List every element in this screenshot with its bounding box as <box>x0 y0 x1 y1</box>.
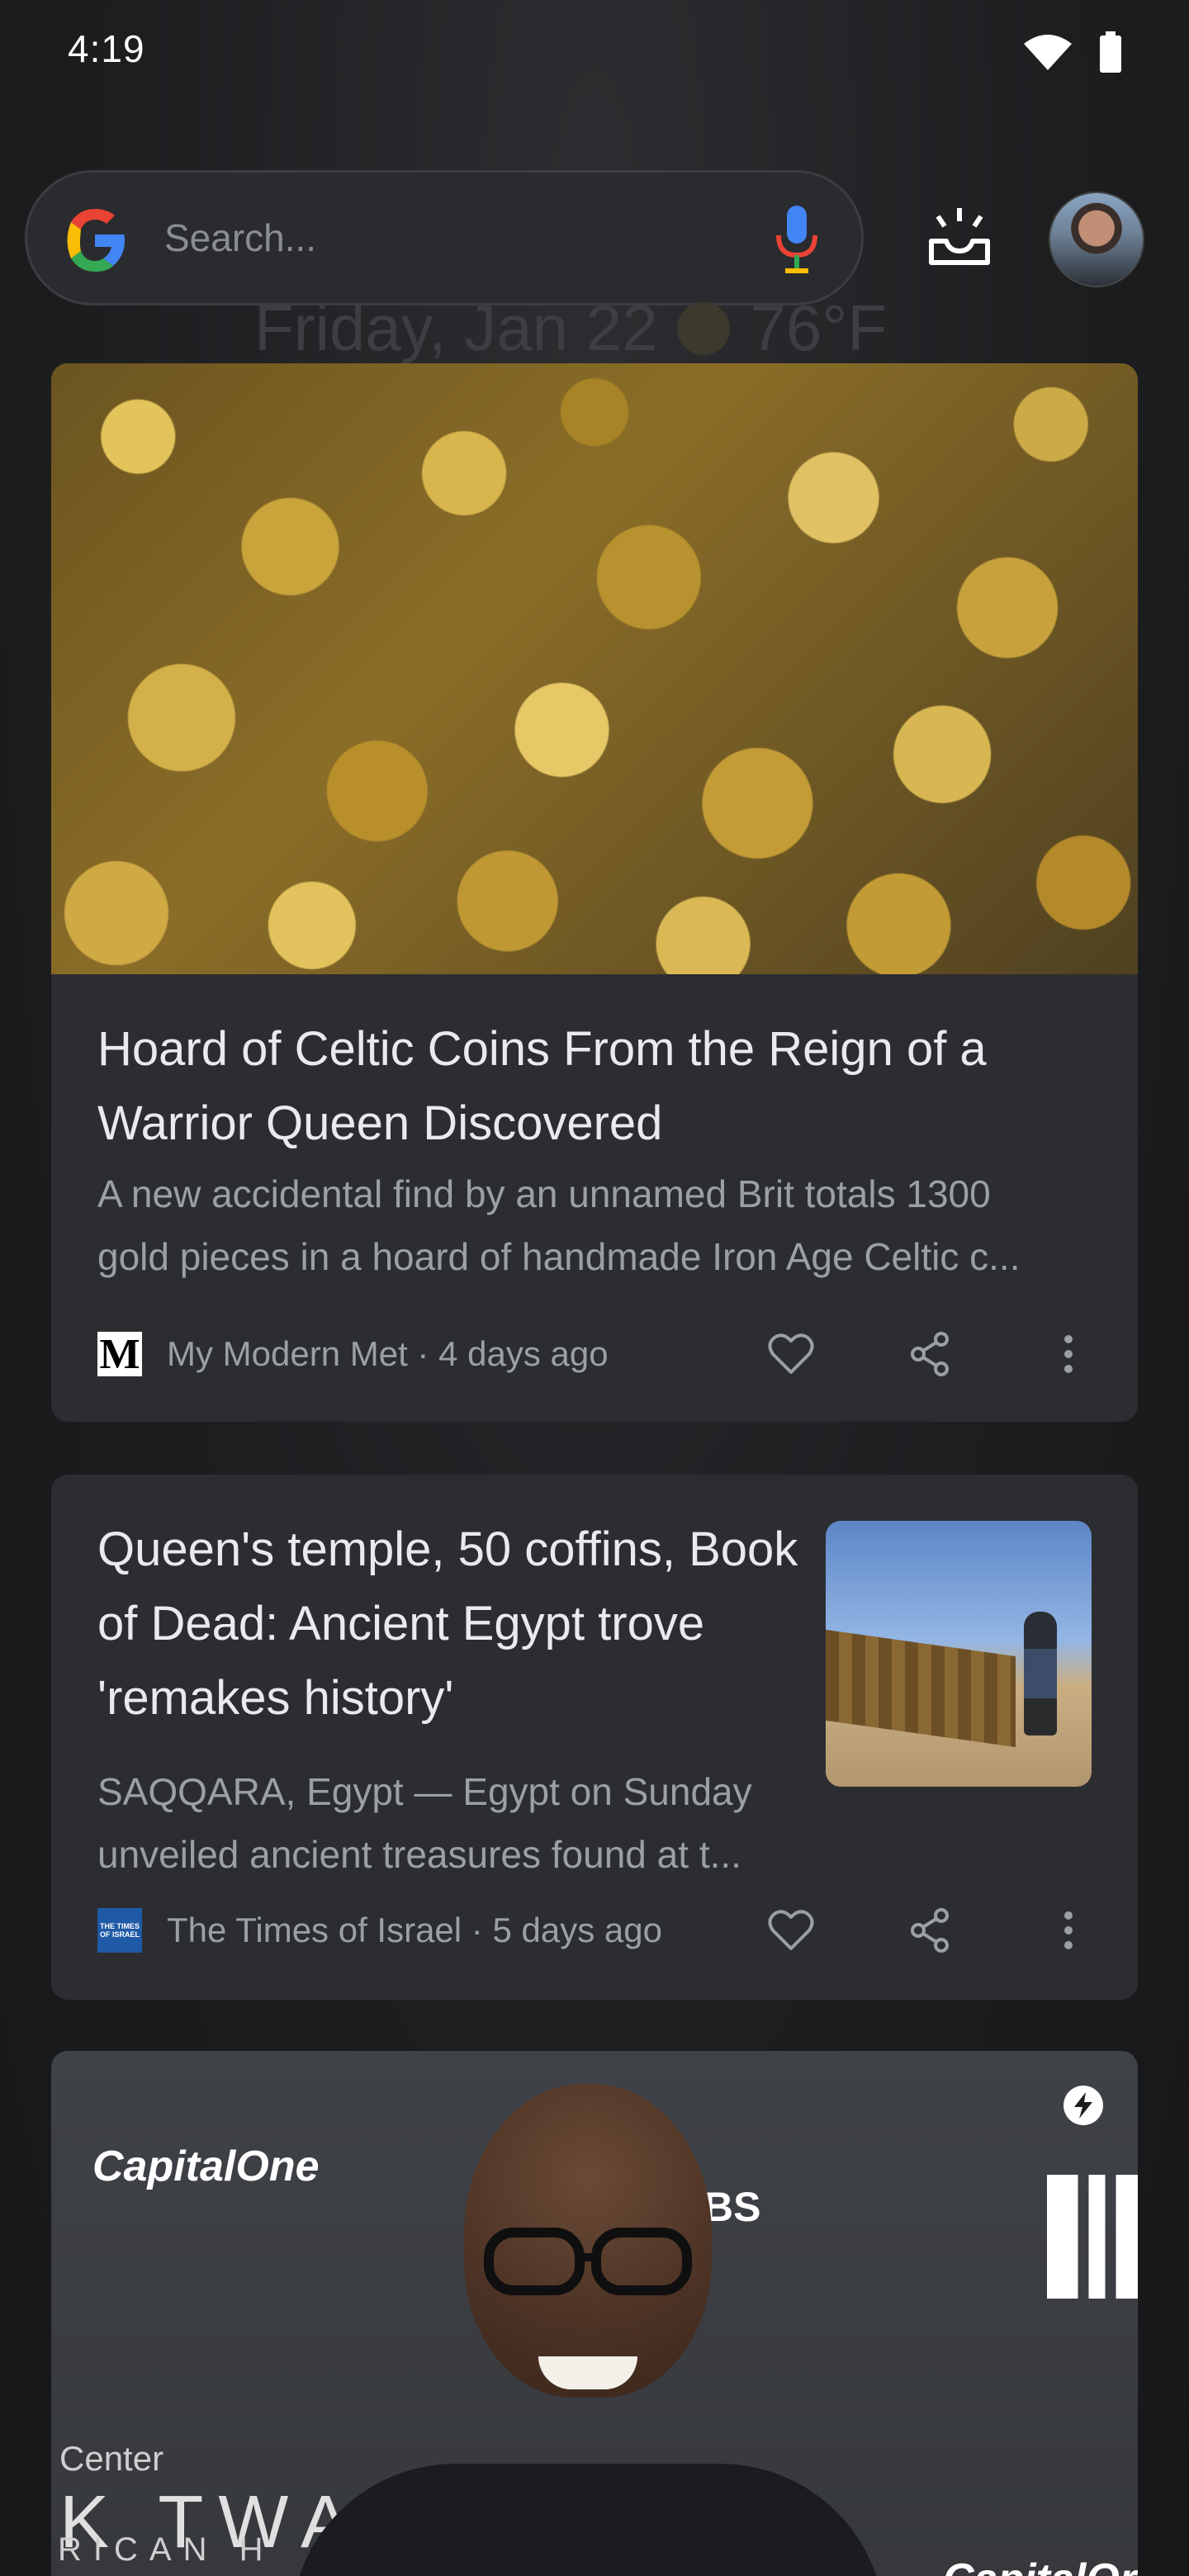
card-snippet: unveiled ancient treasures found at t... <box>97 1833 741 1876</box>
brand-text: CapitalOne <box>92 2143 320 2190</box>
heart-icon[interactable] <box>765 1904 817 1957</box>
temperature-label: 76°F <box>750 291 888 364</box>
flash-icon <box>1063 2086 1103 2125</box>
brand-text: BS <box>703 2184 761 2230</box>
card-thumbnail[interactable] <box>826 1521 1092 1787</box>
google-g-icon <box>59 204 131 277</box>
source-logo: M <box>97 1331 142 1378</box>
avatar[interactable] <box>1049 192 1144 287</box>
card-snippet: A new accidental find by an unnamed Brit… <box>97 1172 991 1215</box>
card-title[interactable]: Hoard of Celtic Coins From the Reign of … <box>97 1012 1105 1161</box>
brand-text: CapitalOr <box>943 2555 1136 2576</box>
status-time: 4:19 <box>68 27 145 70</box>
image-text: RICAN H <box>58 2531 275 2568</box>
battery-icon <box>1098 31 1123 77</box>
card-image[interactable]: CapitalOne BS Center K TWA RICAN H Capit… <box>51 2051 1138 2576</box>
status-icons <box>1022 31 1123 77</box>
mic-icon[interactable] <box>774 206 820 275</box>
source-text: My Modern Met · 4 days ago <box>167 1334 609 1373</box>
card-title[interactable]: Queen's temple, 50 coffins, Book of Dead… <box>97 1513 808 1735</box>
card-image[interactable] <box>51 363 1138 974</box>
weather-icon <box>677 301 731 355</box>
screen: 4:19 Search... Friday, Jan 22 76°F Hoard… <box>0 0 1189 2576</box>
suit-graphic <box>291 2464 885 2576</box>
source-text: The Times of Israel · 5 days ago <box>167 1911 662 1949</box>
news-card[interactable]: CapitalOne BS Center K TWA RICAN H Capit… <box>51 2051 1138 2576</box>
more-vert-icon[interactable] <box>1042 1904 1095 1957</box>
status-bar: 4:19 <box>0 0 1189 99</box>
wifi-icon <box>1022 32 1073 76</box>
coffin-graphic <box>826 1629 1016 1748</box>
source-logo: THE TIMES OF ISRAEL <box>97 1908 142 1953</box>
glasses-graphic <box>484 2228 692 2295</box>
card-snippet: SAQQARA, Egypt — Egypt on Sunday <box>97 1770 752 1813</box>
card-snippet: gold pieces in a hoard of handmade Iron … <box>97 1235 1021 1278</box>
more-vert-icon[interactable] <box>1042 1328 1095 1380</box>
share-icon[interactable] <box>903 1328 956 1380</box>
news-card[interactable]: Hoard of Celtic Coins From the Reign of … <box>51 363 1138 1422</box>
date-weather: Friday, Jan 22 76°F <box>254 291 887 366</box>
logo-blocks <box>1047 2175 1138 2299</box>
search-bar[interactable]: Search... <box>25 170 864 305</box>
source-row: THE TIMES OF ISRAEL The Times of Israel … <box>97 1904 662 1957</box>
share-icon[interactable] <box>903 1904 956 1957</box>
date-label: Friday, Jan 22 <box>254 291 658 364</box>
search-input[interactable]: Search... <box>164 215 316 260</box>
source-row: M My Modern Met · 4 days ago <box>97 1328 609 1380</box>
heart-icon[interactable] <box>765 1328 817 1380</box>
news-card[interactable]: Queen's temple, 50 coffins, Book of Dead… <box>51 1475 1138 2000</box>
person-graphic <box>1024 1612 1057 1735</box>
updates-icon[interactable] <box>925 205 994 271</box>
image-text: Center <box>59 2439 164 2478</box>
